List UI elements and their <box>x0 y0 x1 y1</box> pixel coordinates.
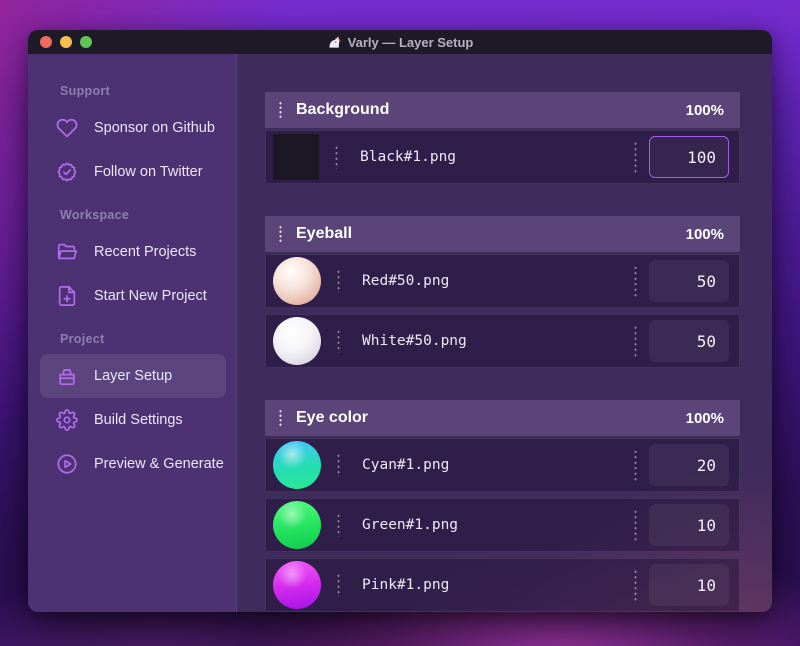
sidebar-item-recent-projects[interactable]: Recent Projects <box>40 230 226 274</box>
layer-weight-input[interactable] <box>649 136 729 178</box>
layer-group-title: Eyeball <box>296 225 353 242</box>
separator-dotted <box>337 513 340 537</box>
layer-row[interactable]: Green#1.png <box>265 498 740 552</box>
sidebar-item-build-settings[interactable]: Build Settings <box>40 398 226 442</box>
separator-dotted <box>335 145 338 169</box>
layer-weight-input[interactable] <box>649 320 729 362</box>
sidebar-item-start-new-project[interactable]: Start New Project <box>40 274 226 318</box>
play-circle-icon <box>56 453 78 475</box>
separator-dotted <box>337 329 340 353</box>
separator-dotted <box>337 269 340 293</box>
separator-dotted <box>634 141 637 173</box>
file-plus-icon <box>56 285 78 307</box>
layer-filename: Pink#1.png <box>362 577 450 593</box>
gear-icon <box>56 409 78 431</box>
sidebar-section-label: Support <box>60 84 111 98</box>
sidebar-section-label: Project <box>60 332 105 346</box>
sidebar-section: Support Sponsor on Github Follow on Twit… <box>28 84 236 194</box>
layer-row[interactable]: Black#1.png <box>265 130 740 184</box>
separator-dotted <box>634 449 637 481</box>
layer-filename: Red#50.png <box>362 273 450 289</box>
layer-group-header[interactable]: Eye color 100% <box>265 400 740 436</box>
sidebar-item-layer-setup[interactable]: Layer Setup <box>40 354 226 398</box>
app-window: Varly — Layer Setup Support Sponsor on G… <box>28 30 772 612</box>
sidebar-section: Workspace Recent Projects Start New Proj… <box>28 208 236 318</box>
titlebar[interactable]: Varly — Layer Setup <box>28 30 772 54</box>
folder-icon <box>56 241 78 263</box>
cyan-ball-thumbnail <box>273 441 321 489</box>
layer-group-header[interactable]: Background 100% <box>265 92 740 128</box>
window-title: Varly — Layer Setup <box>327 30 473 54</box>
layer-group-title: Background <box>296 101 390 118</box>
layer-group: Background 100% Black#1.png <box>265 92 740 184</box>
layer-group-title: Eye color <box>296 409 369 426</box>
heart-icon <box>56 117 78 139</box>
black-square-thumbnail <box>273 134 319 180</box>
layer-row[interactable]: Cyan#1.png <box>265 438 740 492</box>
layer-group: Eyeball 100% Red#50.png White#50.png <box>265 216 740 368</box>
drag-handle-icon[interactable] <box>279 409 282 427</box>
layer-weight-input[interactable] <box>649 444 729 486</box>
zoom-button[interactable] <box>80 36 92 48</box>
traffic-lights <box>40 36 92 48</box>
layer-group: Eye color 100% Cyan#1.png Green#1.png Pi… <box>265 400 740 612</box>
layer-group-header[interactable]: Eyeball 100% <box>265 216 740 252</box>
layer-row[interactable]: Pink#1.png <box>265 558 740 612</box>
green-ball-thumbnail <box>273 501 321 549</box>
separator-dotted <box>634 569 637 601</box>
separator-dotted <box>634 265 637 297</box>
separator-dotted <box>337 453 340 477</box>
sidebar-item-sponsor-on-github[interactable]: Sponsor on Github <box>40 106 226 150</box>
sidebar-item-preview-generate[interactable]: Preview & Generate <box>40 442 226 486</box>
verified-badge-icon <box>56 161 78 183</box>
red-ball-thumbnail <box>273 257 321 305</box>
layer-filename: Green#1.png <box>362 517 459 533</box>
white-ball-thumbnail <box>273 317 321 365</box>
layer-filename: White#50.png <box>362 333 467 349</box>
sidebar-item-follow-on-twitter[interactable]: Follow on Twitter <box>40 150 226 194</box>
drag-handle-icon[interactable] <box>279 101 282 119</box>
layer-group-weight: 100% <box>685 225 724 243</box>
drag-handle-icon[interactable] <box>279 225 282 243</box>
layer-weight-input[interactable] <box>649 504 729 546</box>
layer-filename: Black#1.png <box>360 149 457 165</box>
sidebar: Support Sponsor on Github Follow on Twit… <box>28 54 237 612</box>
archive-box-icon <box>56 365 78 387</box>
layer-filename: Cyan#1.png <box>362 457 450 473</box>
layers-panel: Background 100% Black#1.png Eyeball 100%… <box>237 54 772 612</box>
sidebar-section: Project Layer Setup Build Settings Previ… <box>28 332 236 486</box>
sidebar-section-label: Workspace <box>60 208 130 222</box>
separator-dotted <box>634 509 637 541</box>
layer-row[interactable]: White#50.png <box>265 314 740 368</box>
separator-dotted <box>337 573 340 597</box>
layer-group-weight: 100% <box>685 409 724 427</box>
close-button[interactable] <box>40 36 52 48</box>
unicorn-icon <box>329 35 341 48</box>
layer-weight-input[interactable] <box>649 564 729 606</box>
layer-group-weight: 100% <box>685 101 724 119</box>
layer-weight-input[interactable] <box>649 260 729 302</box>
minimize-button[interactable] <box>60 36 72 48</box>
separator-dotted <box>634 325 637 357</box>
layer-row[interactable]: Red#50.png <box>265 254 740 308</box>
pink-ball-thumbnail <box>273 561 321 609</box>
